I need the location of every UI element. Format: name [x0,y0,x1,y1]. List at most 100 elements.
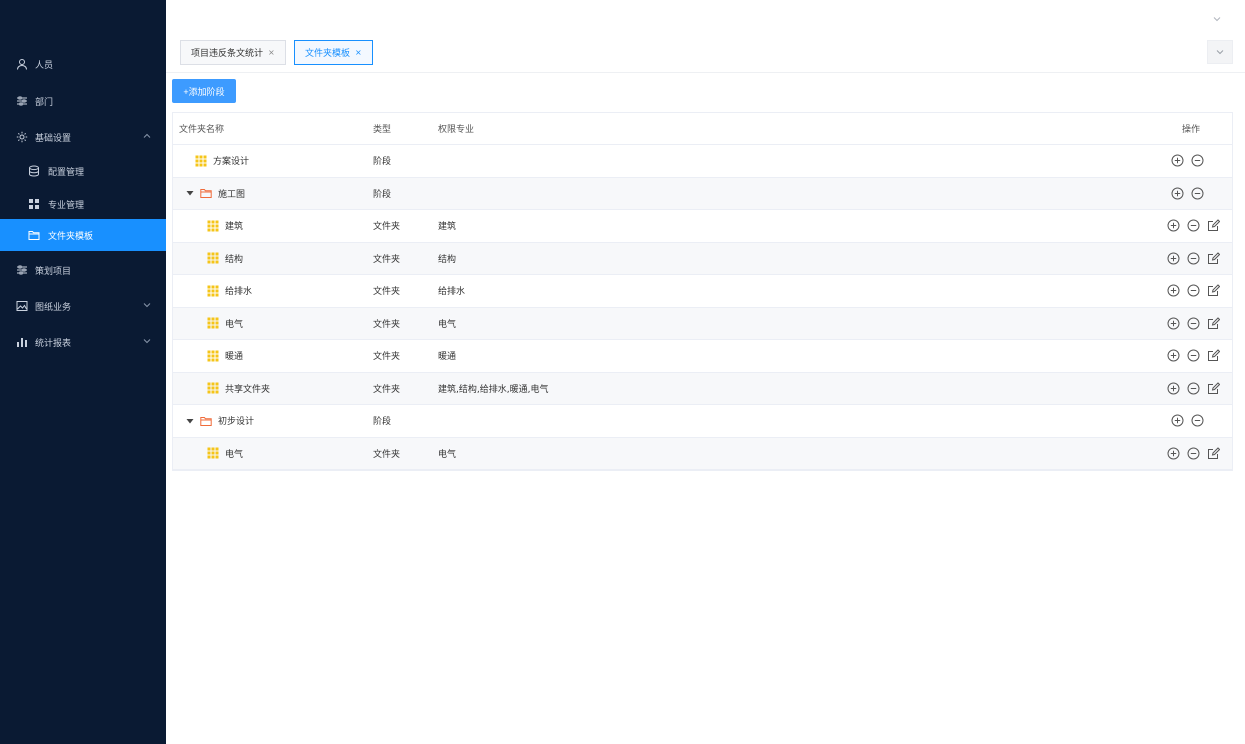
sidebar-item-major-management[interactable]: 专业管理 [0,188,166,220]
grid-icon [207,350,219,362]
row-type: 文件夹 [373,384,401,395]
remove-circle-icon[interactable] [1187,284,1200,297]
edit-icon[interactable] [1207,349,1220,362]
edit-icon[interactable] [1207,317,1220,330]
sidebar-item-label: 统计报表 [35,338,72,349]
table-row: 结构 文件夹 结构 [173,242,1232,275]
row-permission-major: 电气 [438,319,457,330]
sidebar-item-basic-settings[interactable]: 基础设置 [0,121,166,153]
sidebar-item-label: 图纸业务 [35,302,72,313]
tab-label: 项目违反条文统计 [191,49,264,59]
row-name-cell: 初步设计 [185,405,254,437]
row-operations [1164,405,1204,437]
add-circle-icon[interactable] [1167,382,1180,395]
row-operations [1160,210,1220,242]
row-name-cell: 共享文件夹 [207,373,270,405]
sidebar-item-label: 基础设置 [35,133,72,144]
remove-circle-icon[interactable] [1187,349,1200,362]
row-operations [1164,145,1204,177]
grid-icon [28,198,40,210]
sidebar-item-folder-template[interactable]: 文件夹模板 [0,219,166,251]
edit-icon[interactable] [1207,447,1220,460]
folder-name: 电气 [225,319,244,330]
remove-circle-icon[interactable] [1187,219,1200,232]
row-type: 文件夹 [373,449,401,460]
add-circle-icon[interactable] [1167,317,1180,330]
row-type: 阶段 [373,417,392,428]
close-icon[interactable]: × [268,48,275,57]
gear-icon [16,131,28,143]
row-type: 文件夹 [373,319,401,330]
row-name-cell: 方案设计 [195,145,249,177]
image-icon [16,300,28,312]
add-circle-icon[interactable] [1167,349,1180,362]
grid-icon [207,220,219,232]
row-type: 文件夹 [373,287,401,298]
edit-icon[interactable] [1207,284,1220,297]
folder-name: 共享文件夹 [225,384,271,395]
sidebar-item-planning-project[interactable]: 策划项目 [0,254,166,286]
folder-name: 初步设计 [218,417,255,428]
sidebar-item-department[interactable]: 部门 [0,85,166,117]
caret-down-icon[interactable] [185,188,195,198]
sidebar-item-personnel[interactable]: 人员 [0,48,166,80]
remove-circle-icon[interactable] [1187,447,1200,460]
folder-icon [200,187,212,199]
remove-circle-icon[interactable] [1191,187,1204,200]
tabs-dropdown-button[interactable] [1207,40,1233,64]
chevron-up-icon [142,131,152,141]
folder-name: 施工图 [218,189,246,200]
add-circle-icon[interactable] [1171,414,1184,427]
sliders-icon [16,264,28,276]
sidebar-item-config-management[interactable]: 配置管理 [0,155,166,187]
table-row: 建筑 文件夹 建筑 [173,210,1232,243]
header-folder-name: 文件夹名称 [179,125,225,135]
remove-circle-icon[interactable] [1187,252,1200,265]
row-operations [1160,373,1220,405]
row-name-cell: 电气 [207,308,243,340]
row-name-cell: 电气 [207,438,243,470]
folder-name: 给排水 [225,287,253,298]
folder-name: 电气 [225,449,244,460]
add-stage-button[interactable]: +添加阶段 [172,79,236,103]
table-row: 给排水 文件夹 给排水 [173,275,1232,308]
tab-violation-stats[interactable]: 项目违反条文统计 × [180,40,286,65]
close-icon[interactable]: × [355,48,362,57]
grid-icon [195,155,207,167]
add-circle-icon[interactable] [1167,447,1180,460]
caret-down-icon[interactable] [185,416,195,426]
sidebar-item-drawing-business[interactable]: 图纸业务 [0,290,166,322]
sidebar-item-label: 专业管理 [48,200,85,211]
grid-icon [207,317,219,329]
folder-template-table: 文件夹名称 类型 权限专业 操作 方案设计 阶段 施工图 阶段 建筑 文件夹 建筑 结构 文件夹… [172,112,1233,471]
folder-name: 结构 [225,254,244,265]
database-icon [28,165,40,177]
row-type: 文件夹 [373,222,401,233]
tab-divider [166,72,1245,73]
header-permission-major: 权限专业 [438,125,475,135]
remove-circle-icon[interactable] [1187,382,1200,395]
remove-circle-icon[interactable] [1191,414,1204,427]
grid-icon [207,252,219,264]
add-circle-icon[interactable] [1167,219,1180,232]
add-circle-icon[interactable] [1167,284,1180,297]
add-circle-icon[interactable] [1167,252,1180,265]
table-row: 电气 文件夹 电气 [173,437,1232,470]
sidebar-item-statistics[interactable]: 统计报表 [0,326,166,358]
remove-circle-icon[interactable] [1187,317,1200,330]
chevron-down-icon[interactable] [1212,14,1222,24]
table-row: 初步设计 阶段 [173,405,1232,438]
add-circle-icon[interactable] [1171,187,1184,200]
edit-icon[interactable] [1207,219,1220,232]
remove-circle-icon[interactable] [1191,154,1204,167]
row-type: 阶段 [373,157,392,168]
edit-icon[interactable] [1207,252,1220,265]
add-circle-icon[interactable] [1171,154,1184,167]
folder-name: 方案设计 [213,157,250,168]
tab-folder-template[interactable]: 文件夹模板 × [294,40,373,65]
sidebar-item-label: 文件夹模板 [48,231,94,242]
row-name-cell: 建筑 [207,210,243,242]
row-operations [1160,275,1220,307]
row-permission-major: 暖通 [438,352,457,363]
edit-icon[interactable] [1207,382,1220,395]
